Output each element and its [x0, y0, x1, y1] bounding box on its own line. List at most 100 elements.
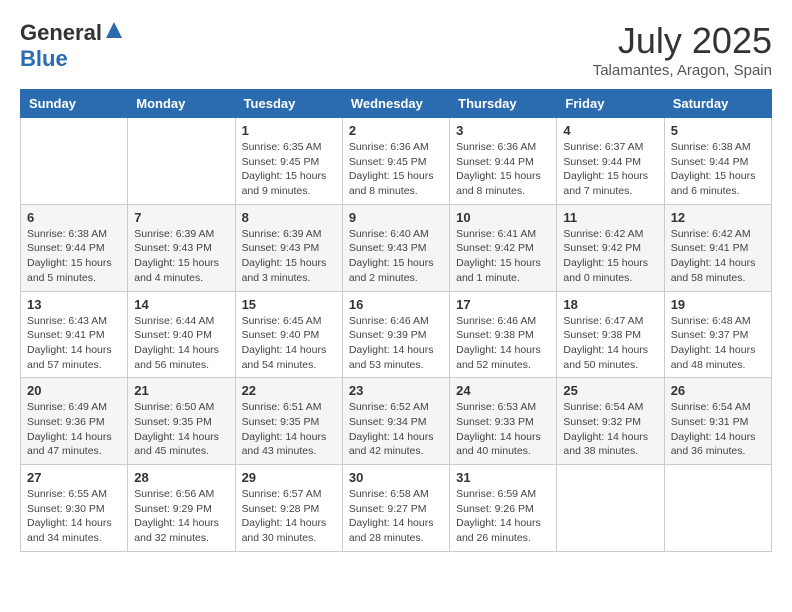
calendar-cell	[557, 465, 664, 552]
day-number: 9	[349, 210, 443, 225]
day-info: Sunrise: 6:38 AMSunset: 9:44 PMDaylight:…	[671, 140, 765, 199]
day-info: Sunrise: 6:49 AMSunset: 9:36 PMDaylight:…	[27, 400, 121, 459]
day-number: 25	[563, 383, 657, 398]
day-number: 17	[456, 297, 550, 312]
calendar-cell: 11 Sunrise: 6:42 AMSunset: 9:42 PMDayligh…	[557, 204, 664, 291]
day-number: 29	[242, 470, 336, 485]
month-title: July 2025	[593, 20, 772, 62]
day-info: Sunrise: 6:40 AMSunset: 9:43 PMDaylight:…	[349, 227, 443, 286]
calendar-cell: 13Sunrise: 6:43 AMSunset: 9:41 PMDayligh…	[21, 291, 128, 378]
day-number: 31	[456, 470, 550, 485]
logo-icon	[104, 20, 124, 40]
calendar-table: SundayMondayTuesdayWednesdayThursdayFrid…	[20, 89, 772, 552]
day-number: 20	[27, 383, 121, 398]
calendar-cell: 20 Sunrise: 6:49 AMSunset: 9:36 PMDayligh…	[21, 378, 128, 465]
day-info: Sunrise: 6:48 AMSunset: 9:37 PMDaylight:…	[671, 314, 765, 373]
calendar-week-row: 6Sunrise: 6:38 AMSunset: 9:44 PMDaylight…	[21, 204, 772, 291]
calendar-cell: 7Sunrise: 6:39 AMSunset: 9:43 PMDaylight…	[128, 204, 235, 291]
page-header: General Blue July 2025 Talamantes, Arago…	[20, 20, 772, 79]
weekday-header-sunday: Sunday	[21, 90, 128, 118]
logo-text: General Blue	[20, 20, 124, 72]
day-number: 1	[242, 123, 336, 138]
calendar-cell	[21, 118, 128, 205]
day-info: Sunrise: 6:47 AMSunset: 9:38 PMDaylight:…	[563, 314, 657, 373]
day-info: Sunrise: 6:53 AMSunset: 9:33 PMDaylight:…	[456, 400, 550, 459]
day-number: 10	[456, 210, 550, 225]
calendar-week-row: 27Sunrise: 6:55 AMSunset: 9:30 PMDayligh…	[21, 465, 772, 552]
title-block: July 2025 Talamantes, Aragon, Spain	[593, 20, 772, 79]
day-info: Sunrise: 6:59 AMSunset: 9:26 PMDaylight:…	[456, 487, 550, 546]
weekday-header-thursday: Thursday	[450, 90, 557, 118]
day-number: 15	[242, 297, 336, 312]
day-info: Sunrise: 6:58 AMSunset: 9:27 PMDaylight:…	[349, 487, 443, 546]
day-number: 2	[349, 123, 443, 138]
calendar-week-row: 1 Sunrise: 6:35 AMSunset: 9:45 PMDaylight…	[21, 118, 772, 205]
day-number: 21	[134, 383, 228, 398]
day-info: Sunrise: 6:44 AMSunset: 9:40 PMDaylight:…	[134, 314, 228, 373]
day-number: 8	[242, 210, 336, 225]
calendar-cell: 3 Sunrise: 6:36 AMSunset: 9:44 PMDaylight…	[450, 118, 557, 205]
day-info: Sunrise: 6:36 AMSunset: 9:44 PMDaylight:…	[456, 140, 550, 199]
day-info: Sunrise: 6:46 AMSunset: 9:39 PMDaylight:…	[349, 314, 443, 373]
day-info: Sunrise: 6:51 AMSunset: 9:35 PMDaylight:…	[242, 400, 336, 459]
weekday-header-tuesday: Tuesday	[235, 90, 342, 118]
calendar-cell: 15 Sunrise: 6:45 AMSunset: 9:40 PMDayligh…	[235, 291, 342, 378]
calendar-cell: 16 Sunrise: 6:46 AMSunset: 9:39 PMDayligh…	[342, 291, 449, 378]
day-number: 22	[242, 383, 336, 398]
calendar-cell: 10Sunrise: 6:41 AMSunset: 9:42 PMDayligh…	[450, 204, 557, 291]
logo: General Blue	[20, 20, 124, 72]
calendar-cell: 17 Sunrise: 6:46 AMSunset: 9:38 PMDayligh…	[450, 291, 557, 378]
day-number: 4	[563, 123, 657, 138]
calendar-cell: 6Sunrise: 6:38 AMSunset: 9:44 PMDaylight…	[21, 204, 128, 291]
weekday-header-saturday: Saturday	[664, 90, 771, 118]
logo-general: General	[20, 20, 102, 45]
calendar-cell: 5 Sunrise: 6:38 AMSunset: 9:44 PMDaylight…	[664, 118, 771, 205]
day-info: Sunrise: 6:39 AMSunset: 9:43 PMDaylight:…	[242, 227, 336, 286]
day-number: 30	[349, 470, 443, 485]
calendar-cell: 1 Sunrise: 6:35 AMSunset: 9:45 PMDaylight…	[235, 118, 342, 205]
day-number: 11	[563, 210, 657, 225]
day-number: 28	[134, 470, 228, 485]
day-number: 18	[563, 297, 657, 312]
calendar-cell: 23Sunrise: 6:52 AMSunset: 9:34 PMDayligh…	[342, 378, 449, 465]
day-number: 26	[671, 383, 765, 398]
calendar-cell: 25 Sunrise: 6:54 AMSunset: 9:32 PMDayligh…	[557, 378, 664, 465]
calendar-cell: 28Sunrise: 6:56 AMSunset: 9:29 PMDayligh…	[128, 465, 235, 552]
day-info: Sunrise: 6:45 AMSunset: 9:40 PMDaylight:…	[242, 314, 336, 373]
day-number: 19	[671, 297, 765, 312]
day-number: 16	[349, 297, 443, 312]
day-info: Sunrise: 6:42 AMSunset: 9:41 PMDaylight:…	[671, 227, 765, 286]
day-info: Sunrise: 6:46 AMSunset: 9:38 PMDaylight:…	[456, 314, 550, 373]
day-number: 12	[671, 210, 765, 225]
day-info: Sunrise: 6:57 AMSunset: 9:28 PMDaylight:…	[242, 487, 336, 546]
day-info: Sunrise: 6:54 AMSunset: 9:32 PMDaylight:…	[563, 400, 657, 459]
calendar-cell: 27Sunrise: 6:55 AMSunset: 9:30 PMDayligh…	[21, 465, 128, 552]
logo-blue: Blue	[20, 46, 68, 71]
calendar-cell: 26Sunrise: 6:54 AMSunset: 9:31 PMDayligh…	[664, 378, 771, 465]
weekday-header-row: SundayMondayTuesdayWednesdayThursdayFrid…	[21, 90, 772, 118]
day-info: Sunrise: 6:37 AMSunset: 9:44 PMDaylight:…	[563, 140, 657, 199]
calendar-cell: 29 Sunrise: 6:57 AMSunset: 9:28 PMDayligh…	[235, 465, 342, 552]
calendar-cell: 14 Sunrise: 6:44 AMSunset: 9:40 PMDayligh…	[128, 291, 235, 378]
day-number: 23	[349, 383, 443, 398]
calendar-cell: 8 Sunrise: 6:39 AMSunset: 9:43 PMDaylight…	[235, 204, 342, 291]
calendar-week-row: 20 Sunrise: 6:49 AMSunset: 9:36 PMDayligh…	[21, 378, 772, 465]
day-number: 14	[134, 297, 228, 312]
calendar-cell: 18 Sunrise: 6:47 AMSunset: 9:38 PMDayligh…	[557, 291, 664, 378]
weekday-header-wednesday: Wednesday	[342, 90, 449, 118]
day-number: 27	[27, 470, 121, 485]
calendar-cell: 21Sunrise: 6:50 AMSunset: 9:35 PMDayligh…	[128, 378, 235, 465]
day-info: Sunrise: 6:36 AMSunset: 9:45 PMDaylight:…	[349, 140, 443, 199]
day-info: Sunrise: 6:42 AMSunset: 9:42 PMDaylight:…	[563, 227, 657, 286]
calendar-cell	[128, 118, 235, 205]
day-info: Sunrise: 6:39 AMSunset: 9:43 PMDaylight:…	[134, 227, 228, 286]
calendar-cell: 22 Sunrise: 6:51 AMSunset: 9:35 PMDayligh…	[235, 378, 342, 465]
calendar-cell: 12 Sunrise: 6:42 AMSunset: 9:41 PMDayligh…	[664, 204, 771, 291]
calendar-cell	[664, 465, 771, 552]
day-number: 3	[456, 123, 550, 138]
calendar-week-row: 13Sunrise: 6:43 AMSunset: 9:41 PMDayligh…	[21, 291, 772, 378]
calendar-cell: 30 Sunrise: 6:58 AMSunset: 9:27 PMDayligh…	[342, 465, 449, 552]
calendar-cell: 4 Sunrise: 6:37 AMSunset: 9:44 PMDaylight…	[557, 118, 664, 205]
day-info: Sunrise: 6:35 AMSunset: 9:45 PMDaylight:…	[242, 140, 336, 199]
day-number: 5	[671, 123, 765, 138]
